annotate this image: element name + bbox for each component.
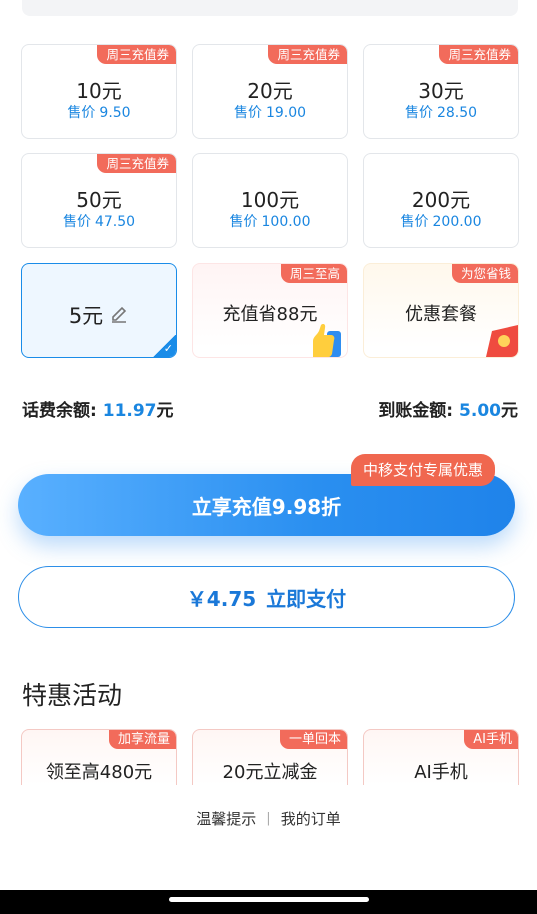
system-nav-bar bbox=[0, 890, 537, 914]
price-prefix: 售价 bbox=[229, 214, 258, 230]
denomination-price: 售价 19.00 bbox=[193, 102, 347, 122]
activity-badge: 一单回本 bbox=[279, 730, 347, 749]
footer-links: 温馨提示 | 我的订单 bbox=[0, 808, 537, 829]
denomination-amount: 10元 bbox=[76, 79, 122, 103]
denomination-amount: 200元 bbox=[411, 188, 471, 212]
pay-amount: ￥4.75 bbox=[186, 586, 257, 611]
promo-card-save[interactable]: 周三至高 充值省88元 bbox=[192, 263, 348, 358]
denomination-price: 售价 47.50 bbox=[22, 211, 176, 231]
coupon-badge: 周三充值券 bbox=[97, 45, 176, 64]
custom-amount: 5元 bbox=[22, 300, 176, 330]
denomination-price: 售价 100.00 bbox=[193, 211, 347, 231]
activity-label: 20元立减金 bbox=[222, 762, 318, 783]
price-value: 9.50 bbox=[99, 105, 131, 121]
edit-icon[interactable] bbox=[109, 303, 129, 328]
denomination-card-10[interactable]: 周三充值券 10元 售价 9.50 bbox=[21, 44, 177, 139]
activity-badge: 加享流量 bbox=[108, 730, 176, 749]
home-indicator[interactable] bbox=[169, 897, 369, 902]
my-orders-link[interactable]: 我的订单 bbox=[281, 808, 341, 829]
price-prefix: 售价 bbox=[62, 214, 91, 230]
coupon-badge: 周三充值券 bbox=[268, 45, 347, 64]
price-prefix: 售价 bbox=[404, 105, 433, 121]
denomination-card-20[interactable]: 周三充值券 20元 售价 19.00 bbox=[192, 44, 348, 139]
denomination-amount: 50元 bbox=[76, 188, 122, 212]
denomination-row-2: 周三充值券 50元 售价 47.50 100元 售价 100.00 200元 售价 2… bbox=[21, 153, 519, 248]
denomination-card-100[interactable]: 100元 售价 100.00 bbox=[192, 153, 348, 248]
price-value: 19.00 bbox=[265, 105, 307, 121]
arrival-info: 到账金额: 5.00元 bbox=[378, 396, 518, 421]
activity-badge: AI手机 bbox=[464, 730, 518, 749]
payment-promo-tag: 中移支付专属优惠 bbox=[351, 454, 496, 486]
discount-recharge-label: 立享充值9.98折 bbox=[191, 494, 342, 519]
denomination-amount: 30元 bbox=[418, 79, 464, 103]
price-prefix: 售价 bbox=[400, 214, 429, 230]
pay-now-button[interactable]: ￥4.75 立即支付 bbox=[18, 566, 515, 628]
denomination-card-200[interactable]: 200元 售价 200.00 bbox=[363, 153, 519, 248]
denomination-price: 售价 9.50 bbox=[22, 102, 176, 122]
tips-link[interactable]: 温馨提示 bbox=[196, 808, 256, 829]
promo-badge: 为您省钱 bbox=[451, 264, 518, 283]
activity-row: 加享流量 领至高480元 一单回本 20元立减金 AI手机 AI手机 bbox=[21, 729, 519, 785]
price-value: 200.00 bbox=[432, 214, 482, 230]
denomination-amount: 20元 bbox=[247, 79, 293, 103]
red-envelope-icon bbox=[486, 325, 518, 357]
activity-label: 领至高480元 bbox=[45, 762, 153, 783]
balance-row: 话费余额: 11.97元 到账金额: 5.00元 bbox=[22, 396, 518, 421]
arrival-unit: 元 bbox=[501, 401, 518, 421]
pay-label: 立即支付 bbox=[266, 586, 347, 611]
denomination-row-3: 5元 ✓ 周三至高 充值省88元 为您省钱 优惠套餐 bbox=[21, 263, 519, 358]
denomination-price: 售价 28.50 bbox=[364, 102, 518, 122]
balance-label: 话费余额: bbox=[22, 401, 97, 421]
denomination-amount: 100元 bbox=[240, 188, 300, 212]
balance-info: 话费余额: 11.97元 bbox=[22, 396, 174, 421]
price-prefix: 售价 bbox=[233, 105, 262, 121]
activity-label: AI手机 bbox=[414, 762, 468, 783]
promo-badge: 周三至高 bbox=[280, 264, 347, 283]
coupon-badge: 周三充值券 bbox=[439, 45, 518, 64]
section-title: 特惠活动 bbox=[22, 681, 123, 710]
denomination-card-30[interactable]: 周三充值券 30元 售价 28.50 bbox=[363, 44, 519, 139]
activity-card-ai-phone[interactable]: AI手机 AI手机 bbox=[363, 729, 519, 785]
price-value: 47.50 bbox=[94, 214, 136, 230]
price-value: 28.50 bbox=[436, 105, 478, 121]
custom-amount-value: 5元 bbox=[68, 304, 104, 328]
balance-unit: 元 bbox=[156, 401, 174, 421]
coupon-badge: 周三充值券 bbox=[97, 154, 176, 173]
top-card-edge bbox=[22, 0, 518, 16]
denomination-price: 售价 200.00 bbox=[364, 211, 518, 231]
thumbs-up-icon bbox=[313, 324, 341, 357]
custom-amount-card[interactable]: 5元 ✓ bbox=[21, 263, 177, 358]
footer-separator: | bbox=[266, 811, 271, 826]
price-value: 100.00 bbox=[261, 214, 311, 230]
arrival-label: 到账金额: bbox=[378, 401, 454, 421]
activity-card-coupon[interactable]: 一单回本 20元立减金 bbox=[192, 729, 348, 785]
denomination-card-50[interactable]: 周三充值券 50元 售价 47.50 bbox=[21, 153, 177, 248]
selected-check-icon: ✓ bbox=[152, 335, 176, 357]
activity-card-traffic[interactable]: 加享流量 领至高480元 bbox=[21, 729, 177, 785]
price-prefix: 售价 bbox=[67, 105, 96, 121]
arrival-value: 5.00 bbox=[459, 401, 501, 421]
promo-card-package[interactable]: 为您省钱 优惠套餐 bbox=[363, 263, 519, 358]
denomination-row-1: 周三充值券 10元 售价 9.50 周三充值券 20元 售价 19.00 周三充值券… bbox=[21, 44, 519, 139]
balance-value: 11.97 bbox=[102, 401, 157, 421]
